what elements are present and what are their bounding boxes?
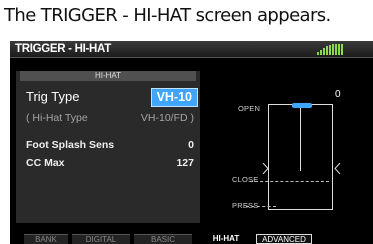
tab-bar: BANK DIGITAL BASIC HI-HAT ADVANCED [10, 234, 373, 244]
cc-max-label: CC Max [26, 157, 65, 169]
page-caption: The TRIGGER - HI-HAT screen appears. [4, 5, 331, 26]
foot-splash-value[interactable]: 0 [188, 138, 194, 152]
pedal-position-indicator [292, 103, 312, 108]
tab-bank[interactable]: BANK [24, 234, 68, 244]
level-meter-icon [317, 43, 345, 55]
press-threshold-line [246, 206, 276, 207]
close-threshold-left-icon [262, 163, 269, 174]
hihat-type-label: ( Hi-Hat Type [26, 112, 88, 124]
pedal-gauge-track [300, 108, 301, 171]
trig-type-row[interactable]: Trig Type VH-10 [26, 88, 198, 107]
foot-splash-row[interactable]: Foot Splash Sens 0 [26, 138, 196, 152]
device-screen: TRIGGER - HI-HAT HI-HAT Trig Type VH-10 … [10, 41, 373, 244]
screen-title: TRIGGER - HI-HAT [15, 43, 111, 55]
open-label: OPEN [238, 104, 261, 113]
cc-max-value[interactable]: 127 [176, 156, 194, 170]
close-threshold-right-icon [334, 163, 341, 174]
tab-advanced[interactable]: ADVANCED [256, 234, 312, 244]
close-threshold-line [250, 181, 329, 182]
trig-type-label: Trig Type [26, 89, 80, 104]
hihat-type-value: VH-10/FD ) [140, 112, 194, 124]
tab-hi-hat[interactable]: HI-HAT [202, 234, 250, 244]
close-label: CLOSE [232, 175, 259, 184]
foot-splash-label: Foot Splash Sens [26, 139, 115, 151]
cc-max-row[interactable]: CC Max 127 [26, 156, 196, 170]
tab-digital[interactable]: DIGITAL [72, 234, 130, 244]
pedal-position-value: 0 [335, 89, 341, 100]
title-bar: TRIGGER - HI-HAT [10, 41, 373, 58]
trig-type-value[interactable]: VH-10 [150, 88, 198, 107]
tab-basic[interactable]: BASIC [134, 234, 192, 244]
hihat-type-row: ( Hi-Hat Type VH-10/FD ) [26, 111, 196, 125]
section-header: HI-HAT [20, 71, 196, 81]
